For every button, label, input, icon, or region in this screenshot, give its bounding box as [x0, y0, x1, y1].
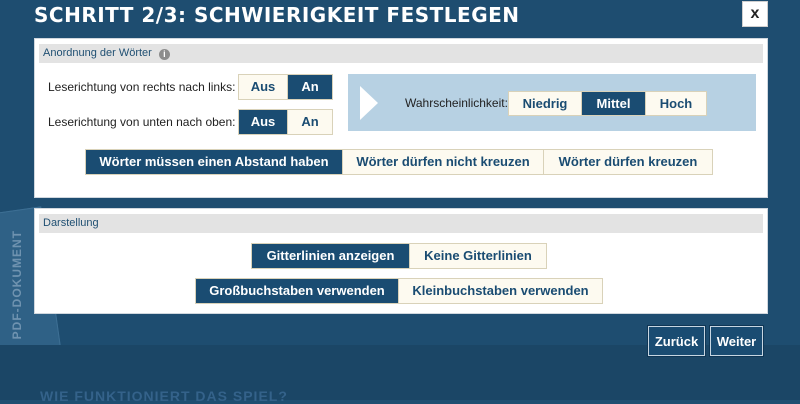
probability-box: Wahrscheinlichkeit: Niedrig Mittel Hoch	[348, 74, 756, 131]
arrow-right-icon	[360, 86, 378, 120]
rtl-label: Leserichtung von rechts nach links:	[48, 80, 236, 94]
display-panel: Darstellung Gitterlinien anzeigen Keine …	[34, 208, 768, 314]
back-button[interactable]: Zurück	[648, 326, 705, 356]
info-icon[interactable]: i	[158, 49, 170, 60]
background-doc-label: PDF-DOKUMENT	[10, 230, 24, 340]
next-button[interactable]: Weiter	[710, 326, 763, 356]
probability-option-medium[interactable]: Mittel	[582, 92, 646, 115]
probability-toggle: Niedrig Mittel Hoch	[508, 91, 707, 116]
modal-title: SCHRITT 2/3: SCHWIERIGKEIT FESTLEGEN	[34, 3, 520, 27]
spacing-option-cross[interactable]: Wörter dürfen kreuzen	[544, 150, 712, 174]
grid-option-show[interactable]: Gitterlinien anzeigen	[252, 244, 410, 268]
case-option-upper[interactable]: Großbuchstaben verwenden	[196, 279, 399, 303]
probability-label: Wahrscheinlichkeit:	[405, 96, 508, 110]
rtl-option-on[interactable]: An	[288, 75, 332, 99]
btt-option-off[interactable]: Aus	[239, 110, 288, 134]
probability-option-high[interactable]: Hoch	[646, 92, 706, 115]
grid-toggle: Gitterlinien anzeigen Keine Gitterlinien	[251, 243, 547, 269]
rtl-option-off[interactable]: Aus	[239, 75, 288, 99]
probability-option-low[interactable]: Niedrig	[509, 92, 582, 115]
rtl-toggle: Aus An	[238, 74, 333, 100]
arrangement-panel: Anordnung der Wörter i Leserichtung von …	[34, 38, 768, 198]
arrangement-heading-text: Anordnung der Wörter	[43, 47, 152, 59]
background-bottom-text: WIE FUNKTIONIERT DAS SPIEL?	[40, 388, 288, 404]
btt-label: Leserichtung von unten nach oben:	[48, 115, 236, 129]
spacing-option-distance[interactable]: Wörter müssen einen Abstand haben	[86, 150, 343, 174]
case-toggle: Großbuchstaben verwenden Kleinbuchstaben…	[195, 278, 603, 304]
arrangement-heading: Anordnung der Wörter i	[39, 44, 763, 63]
spacing-option-no-cross[interactable]: Wörter dürfen nicht kreuzen	[343, 150, 544, 174]
spacing-toggle: Wörter müssen einen Abstand haben Wörter…	[85, 149, 713, 175]
btt-toggle: Aus An	[238, 109, 333, 135]
grid-option-hide[interactable]: Keine Gitterlinien	[410, 244, 546, 268]
display-heading: Darstellung	[39, 214, 763, 233]
case-option-lower[interactable]: Kleinbuchstaben verwenden	[399, 279, 602, 303]
btt-option-on[interactable]: An	[288, 110, 332, 134]
close-button[interactable]: x	[742, 1, 768, 27]
